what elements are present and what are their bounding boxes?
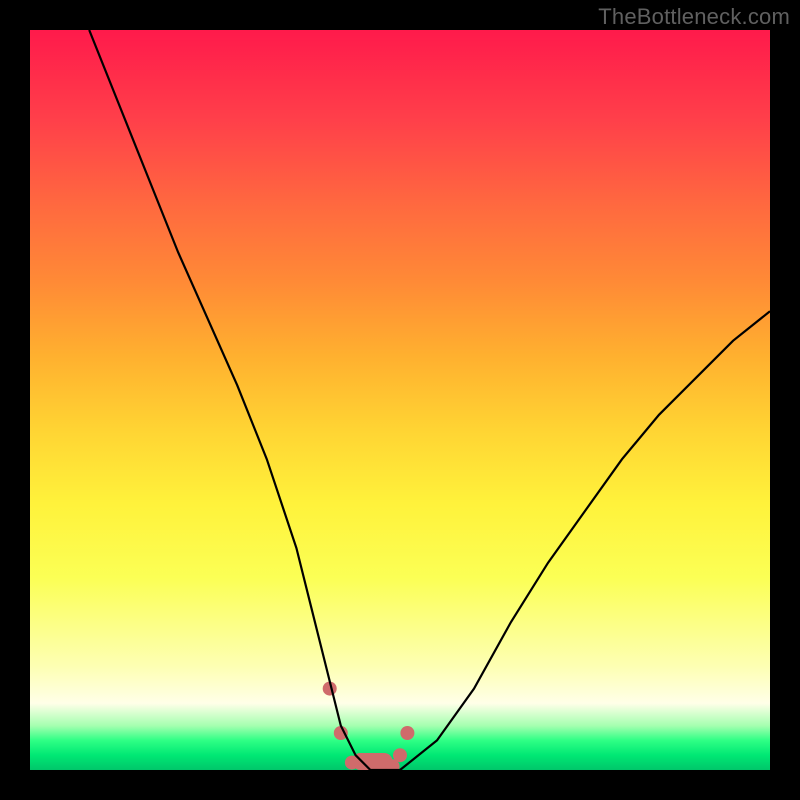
watermark-text: TheBottleneck.com	[598, 4, 790, 30]
plot-area	[30, 30, 770, 770]
chart-svg	[30, 30, 770, 770]
valley-marker-4	[393, 748, 407, 762]
bottleneck-curve	[89, 30, 770, 770]
chart-frame: TheBottleneck.com	[0, 0, 800, 800]
valley-markers	[323, 682, 415, 770]
valley-marker-5	[400, 726, 414, 740]
